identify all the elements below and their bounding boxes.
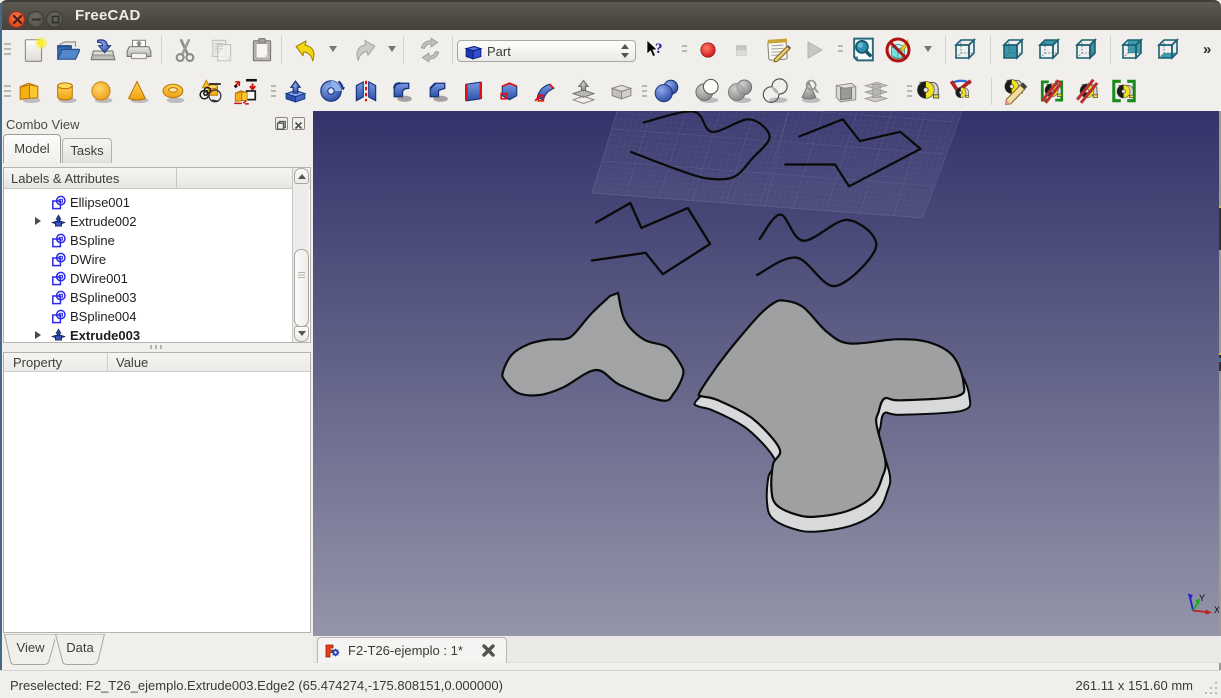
svg-text:X: X <box>1214 605 1219 615</box>
svg-text:Y: Y <box>1199 593 1205 603</box>
